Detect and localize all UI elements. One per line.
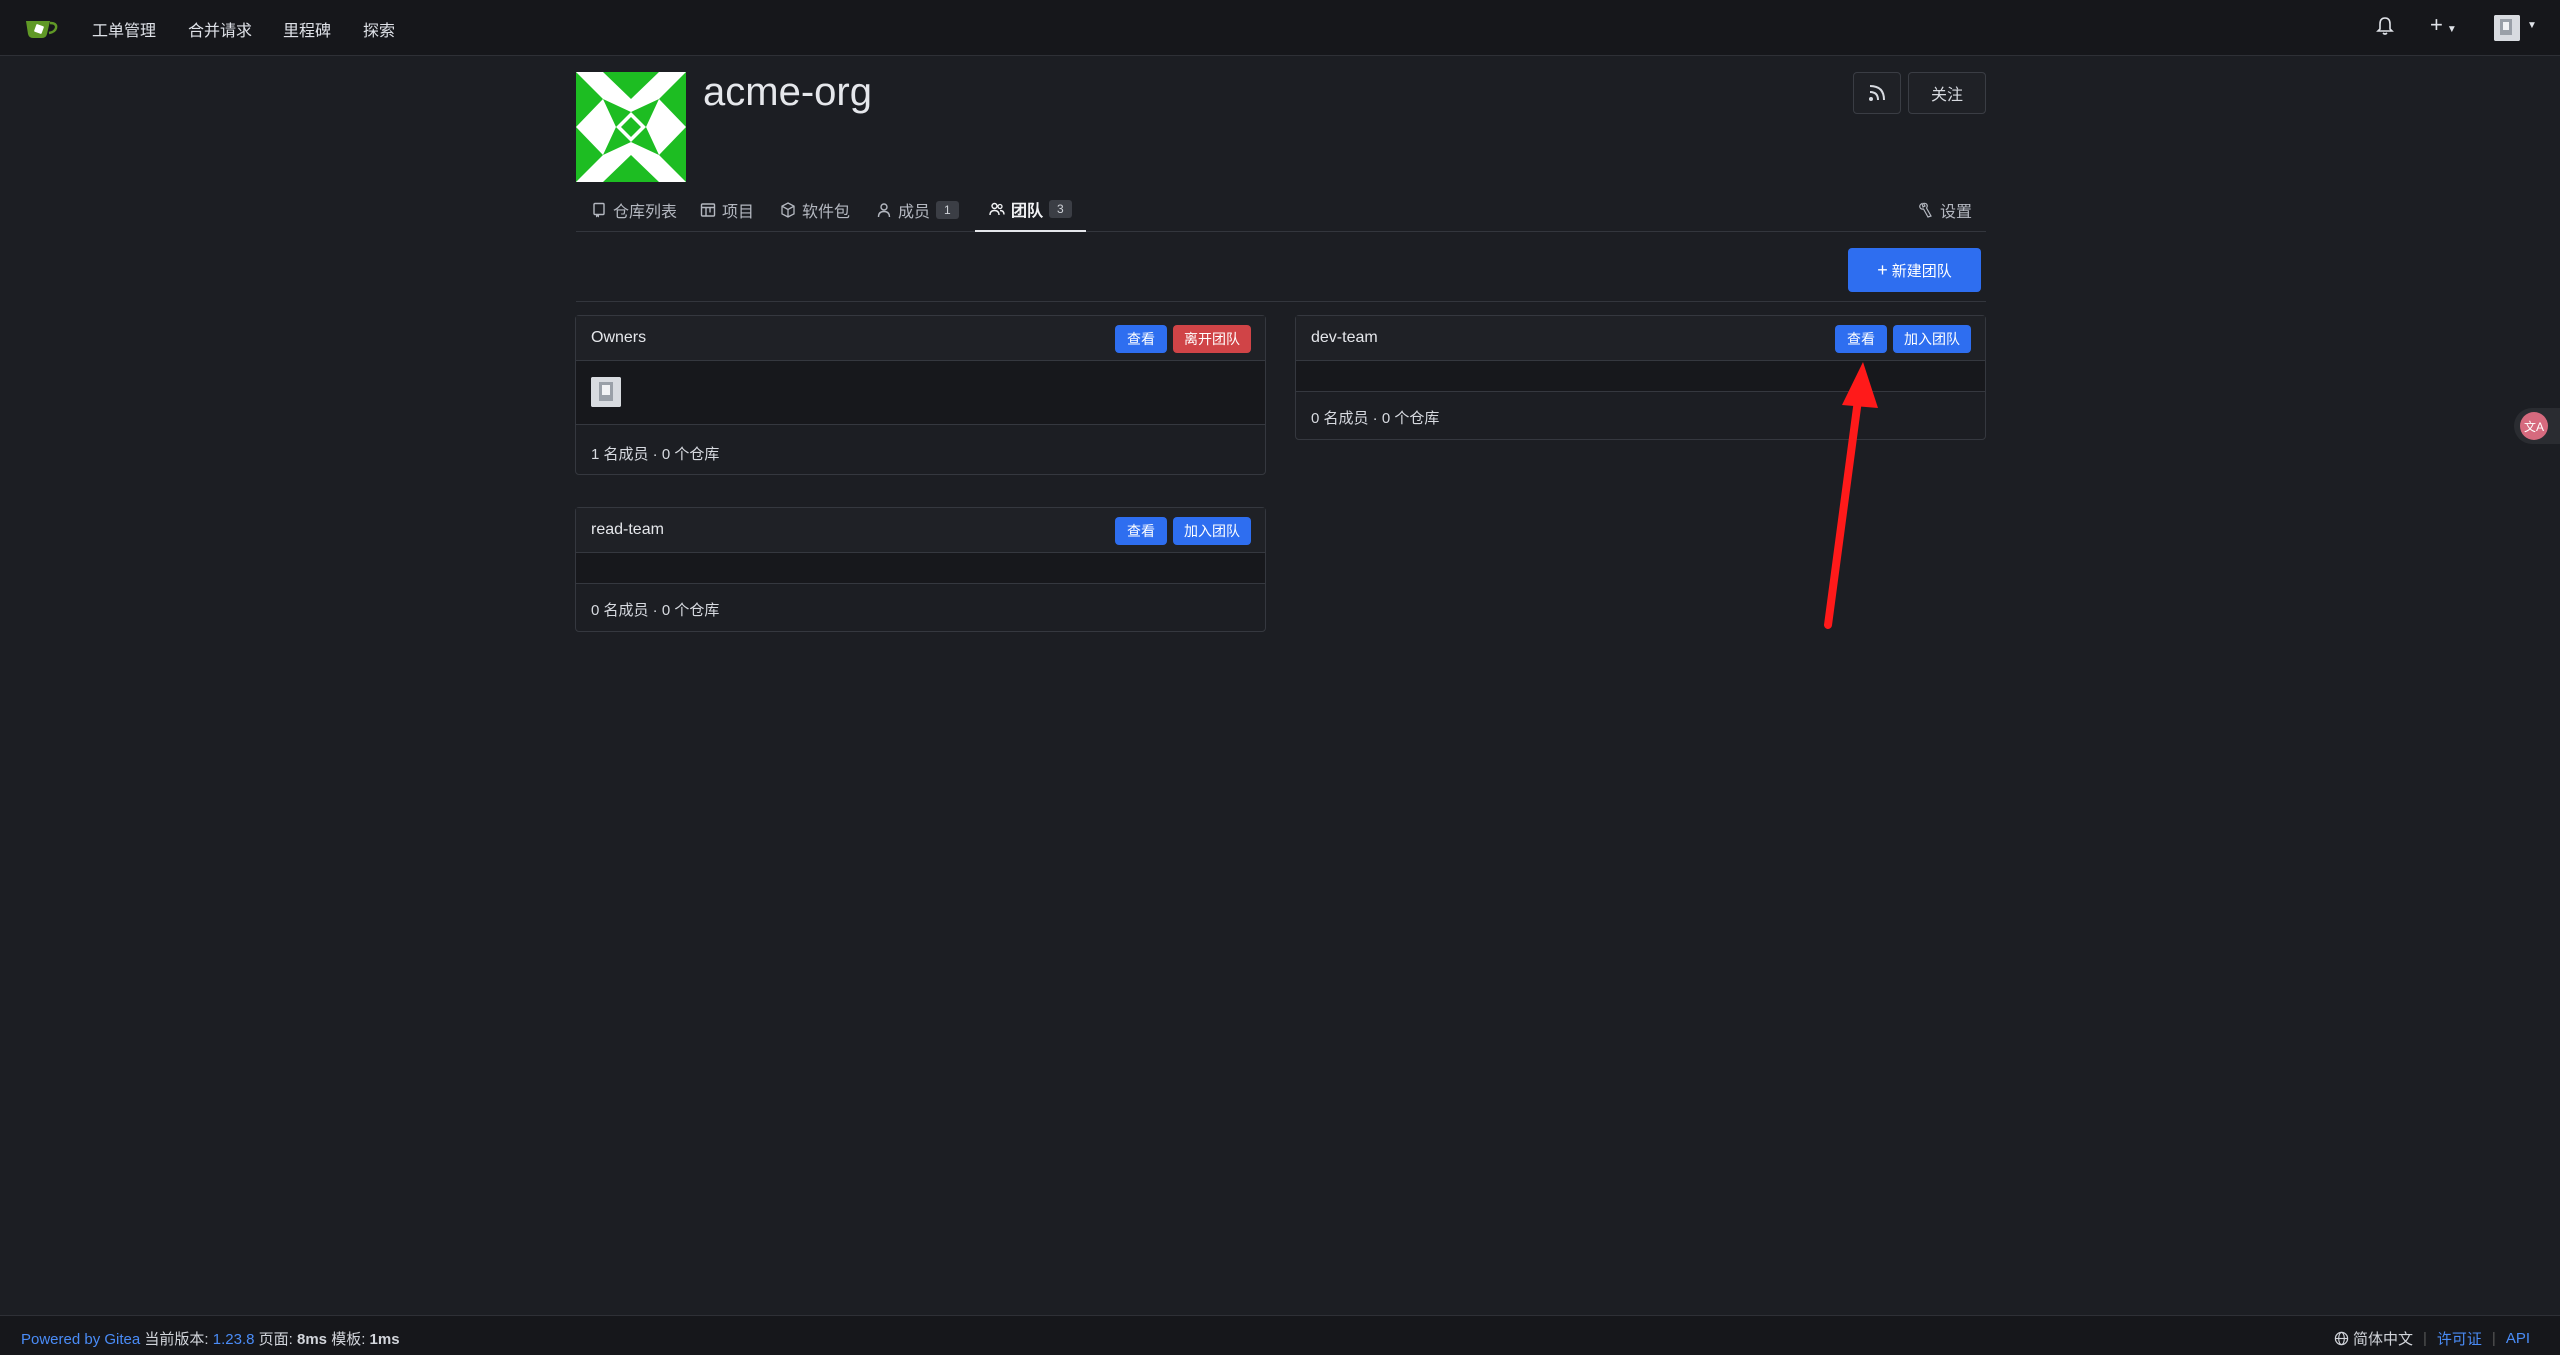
member-avatar[interactable] [591,377,621,407]
tab-teams[interactable]: 团队 3 [975,188,1086,232]
person-icon [877,203,891,218]
page-footer: Powered by Gitea 当前版本: 1.23.8 页面: 8ms 模板… [0,1315,2560,1355]
org-avatar [576,72,686,182]
create-new-dropdown[interactable]: + ▼ [2430,12,2457,38]
tab-label: 项目 [722,204,755,221]
plus-icon: + [1877,259,1888,280]
team-card-owners: Owners 查看 离开团队 1 名成员 · 0 个仓库 [575,315,1266,475]
tab-settings[interactable]: 设置 [1918,188,1972,232]
team-members-list [576,361,1265,425]
team-stats: 0 名成员 · 0 个仓库 [591,602,720,619]
view-team-button[interactable]: 查看 [1115,517,1167,545]
join-team-button[interactable]: 加入团队 [1893,325,1971,353]
translate-icon: 文A [2520,412,2548,440]
license-link[interactable]: 许可证 [2437,1328,2482,1349]
team-card-header: Owners 查看 离开团队 [576,316,1265,361]
divider: | [2491,1330,2496,1347]
follow-button[interactable]: 关注 [1908,72,1986,114]
user-menu-caret-icon[interactable]: ▼ [2527,20,2537,31]
page-time-label: 页面: [258,1331,293,1348]
template-time: 1ms [369,1331,400,1348]
gitea-logo-icon[interactable] [24,16,58,40]
rss-feed-button[interactable] [1853,72,1901,114]
nav-milestones[interactable]: 里程碑 [283,17,331,41]
org-name: acme-org [703,70,872,114]
version-link[interactable]: 1.23.8 [213,1331,255,1348]
view-team-button[interactable]: 查看 [1115,325,1167,353]
leave-team-button[interactable]: 离开团队 [1173,325,1251,353]
tab-packages[interactable]: 软件包 [780,188,850,232]
caret-down-icon: ▼ [2446,24,2457,35]
members-count-badge: 1 [936,201,959,219]
api-link[interactable]: API [2506,1330,2530,1347]
template-time-label: 模板: [331,1331,366,1348]
team-card-header: read-team 查看 加入团队 [576,508,1265,553]
org-tabs: 仓库列表 项目 软件包 成员 1 团队 3 设置 [576,188,1986,232]
annotation-arrow [1824,362,1878,629]
repo-icon [593,202,605,218]
divider [576,301,1986,302]
new-team-button[interactable]: + 新建团队 [1848,248,1981,292]
globe-icon [2334,1331,2349,1346]
language-selector[interactable]: 简体中文 [2334,1328,2413,1349]
nav-pull-requests[interactable]: 合并请求 [188,17,252,41]
teams-count-badge: 3 [1049,200,1072,218]
join-team-button[interactable]: 加入团队 [1173,517,1251,545]
tab-label: 仓库列表 [613,204,678,221]
top-navbar: 工单管理 合并请求 里程碑 探索 + ▼ ▼ [0,0,2560,56]
team-name[interactable]: read-team [591,521,664,539]
view-team-button[interactable]: 查看 [1835,325,1887,353]
plus-icon: + [2430,12,2443,37]
tools-icon [1919,202,1932,218]
tab-label: 软件包 [802,204,851,221]
bell-icon[interactable] [2376,16,2394,36]
team-members-list [576,553,1265,584]
tab-label: 成员 [898,204,931,221]
tab-repositories[interactable]: 仓库列表 [591,188,677,232]
rss-icon [1869,85,1885,101]
powered-by-link[interactable]: Powered by Gitea [21,1331,140,1348]
tab-projects[interactable]: 项目 [700,188,754,232]
team-stats: 1 名成员 · 0 个仓库 [591,446,720,463]
new-team-label: 新建团队 [1891,262,1952,280]
tab-members[interactable]: 成员 1 [876,188,959,232]
language-label: 简体中文 [2352,1331,2413,1348]
version-label: 当前版本: [144,1331,209,1348]
nav-issues[interactable]: 工单管理 [92,17,156,41]
team-stats: 0 名成员 · 0 个仓库 [1311,410,1440,427]
project-icon [700,203,716,217]
package-icon [781,202,795,218]
nav-explore[interactable]: 探索 [363,17,395,41]
team-card-read-team: read-team 查看 加入团队 0 名成员 · 0 个仓库 [575,507,1266,632]
divider: | [2422,1330,2427,1347]
page-time: 8ms [296,1331,328,1348]
team-name[interactable]: dev-team [1311,329,1378,347]
translate-widget[interactable]: 文A [2514,408,2560,444]
user-avatar[interactable] [2494,15,2520,41]
people-icon [989,202,1005,216]
tab-label: 设置 [1940,204,1973,221]
team-name[interactable]: Owners [591,329,646,347]
tab-label: 团队 [1011,203,1044,220]
